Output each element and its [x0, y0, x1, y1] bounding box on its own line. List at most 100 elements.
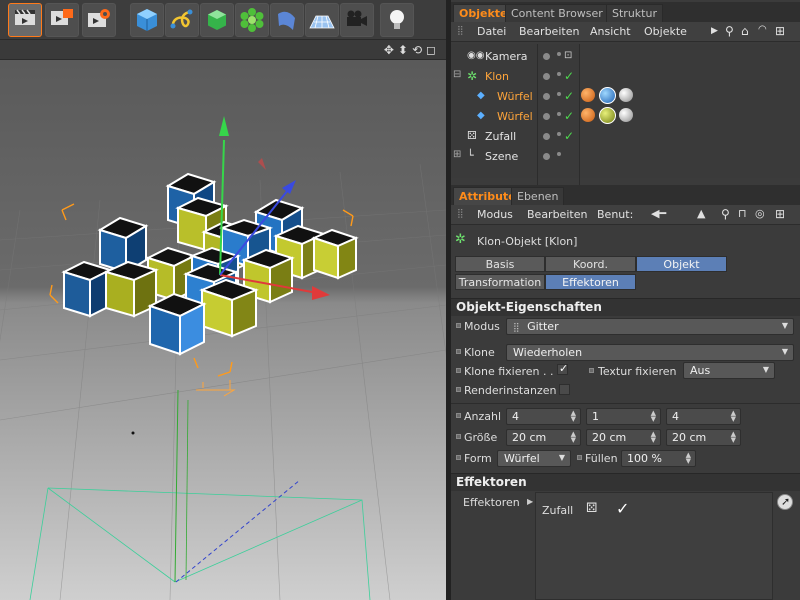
material-tag-blue-icon[interactable] [599, 87, 616, 104]
groesse-y-field[interactable]: 20 cm ▲ ▼ [586, 429, 661, 446]
menu-modus[interactable]: Modus [477, 208, 513, 221]
tab-basis[interactable]: Basis [455, 256, 545, 272]
spline-icon[interactable] [165, 3, 199, 37]
editor-visibility-dot[interactable] [543, 73, 550, 80]
object-row-kamera[interactable]: ◉◉ Kamera ⊡ [451, 47, 800, 67]
keyframe-indicator[interactable] [456, 413, 461, 418]
editor-visibility-dot[interactable] [543, 53, 550, 60]
generator-icon[interactable] [200, 3, 234, 37]
render-view-icon[interactable] [8, 3, 42, 37]
renderinstanzen-checkbox[interactable] [559, 384, 570, 395]
object-row-wuerfel-1[interactable]: ◆ Würfel ✓ [451, 87, 800, 107]
object-row-szene[interactable]: ⊞ └ Szene [451, 147, 800, 167]
3d-viewport[interactable] [0, 60, 446, 600]
texture-tag-icon[interactable] [619, 88, 633, 102]
textur-fixieren-dropdown[interactable]: Aus ▼ [683, 362, 775, 379]
spinner-icon[interactable]: ▲ ▼ [651, 431, 656, 444]
deformer-icon[interactable] [270, 3, 304, 37]
menu-bearbeiten[interactable]: Bearbeiten [519, 25, 579, 38]
cube-icon[interactable] [130, 3, 164, 37]
search-icon[interactable]: ⚲ [725, 24, 734, 38]
editor-visibility-dot[interactable] [543, 93, 550, 100]
klone-fixieren-checkbox[interactable]: ✓ [557, 362, 568, 375]
keyframe-indicator[interactable] [456, 387, 461, 392]
more-arrow-icon[interactable]: ▶ [711, 26, 718, 36]
editor-visibility-dot[interactable] [543, 113, 550, 120]
render-visibility-dot[interactable] [557, 152, 561, 156]
camera-icon[interactable] [340, 3, 374, 37]
enabled-check-icon[interactable]: ✓ [616, 499, 629, 518]
tab-objekt[interactable]: Objekt [636, 256, 727, 272]
menu-benutzer[interactable]: Benut: [597, 208, 633, 221]
effector-list[interactable]: Zufall ⚄ ✓ [535, 492, 773, 600]
up-arrow-icon[interactable]: ▲ [697, 207, 705, 220]
layer-icon[interactable]: ◠ [758, 24, 767, 35]
menu-datei[interactable]: Datei [477, 25, 506, 38]
render-visibility-dot[interactable] [557, 92, 561, 96]
spinner-icon[interactable]: ▲ ▼ [651, 410, 656, 423]
editor-visibility-dot[interactable] [543, 133, 550, 140]
link-icon[interactable]: ◎ [755, 207, 765, 220]
texture-tag-icon[interactable] [619, 108, 633, 122]
back-arrow-icon[interactable]: ◀━ [651, 207, 666, 220]
spinner-icon[interactable]: ▲ ▼ [731, 431, 736, 444]
viewport-navigation-icons[interactable]: ✥⬍⟲◻ [384, 43, 440, 57]
camera-tag-icon[interactable]: ⊡ [564, 50, 572, 61]
groesse-x-field[interactable]: 20 cm ▲ ▼ [506, 429, 581, 446]
fuellen-field[interactable]: 100 % ▲ ▼ [621, 450, 696, 467]
tab-struktur[interactable]: Struktur [606, 4, 663, 22]
anzahl-y-field[interactable]: 1 ▲ ▼ [586, 408, 661, 425]
modus-dropdown[interactable]: ⣿ Gitter ▼ [506, 318, 794, 335]
keyframe-indicator[interactable] [456, 368, 461, 373]
render-settings-icon[interactable] [82, 3, 116, 37]
keyframe-indicator[interactable] [456, 323, 461, 328]
keyframe-indicator[interactable] [456, 349, 461, 354]
render-visibility-dot[interactable] [557, 112, 561, 116]
pick-object-button[interactable]: ➚ [777, 494, 793, 510]
home-icon[interactable]: ⌂ [741, 24, 749, 38]
menu-bearbeiten[interactable]: Bearbeiten [527, 208, 587, 221]
keyframe-indicator[interactable] [456, 434, 461, 439]
render-to-picture-viewer-icon[interactable] [45, 3, 79, 37]
spinner-icon[interactable]: ▲ ▼ [686, 452, 691, 465]
keyframe-indicator[interactable] [589, 368, 594, 373]
tag-icon[interactable] [581, 108, 595, 122]
light-icon[interactable] [380, 3, 414, 37]
tab-content-browser[interactable]: Content Browser [505, 4, 609, 22]
effector-item[interactable]: Zufall ⚄ ✓ [536, 499, 772, 521]
floor-icon[interactable] [305, 3, 339, 37]
expand-icon[interactable]: ⊞ [453, 149, 461, 160]
spinner-icon[interactable]: ▲ ▼ [571, 410, 576, 423]
new-window-icon[interactable]: ⊞ [775, 24, 785, 38]
render-visibility-dot[interactable] [557, 72, 561, 76]
groesse-z-field[interactable]: 20 cm ▲ ▼ [666, 429, 741, 446]
enabled-check-icon[interactable]: ✓ [564, 109, 574, 123]
tab-koord[interactable]: Koord. [545, 256, 636, 272]
tab-ebenen[interactable]: Ebenen [511, 187, 565, 205]
keyframe-indicator[interactable] [456, 455, 461, 460]
object-row-zufall[interactable]: ⚄ Zufall ✓ [451, 127, 800, 147]
render-visibility-dot[interactable] [557, 52, 561, 56]
klone-dropdown[interactable]: Wiederholen ▼ [506, 344, 794, 361]
render-visibility-dot[interactable] [557, 132, 561, 136]
enabled-check-icon[interactable]: ✓ [564, 89, 574, 103]
keyframe-indicator[interactable] [577, 455, 582, 460]
anzahl-x-field[interactable]: 4 ▲ ▼ [506, 408, 581, 425]
menu-ansicht[interactable]: Ansicht [590, 25, 631, 38]
mograph-cloner-icon[interactable] [235, 3, 269, 37]
tag-icon[interactable] [581, 88, 595, 102]
expand-arrow-icon[interactable]: ▶ [527, 497, 533, 506]
material-tag-yellow-icon[interactable] [599, 107, 616, 124]
object-row-wuerfel-2[interactable]: ◆ Würfel ✓ [451, 107, 800, 127]
object-row-klon[interactable]: ⊟ ✲ Klon ✓ [451, 67, 800, 87]
anzahl-z-field[interactable]: 4 ▲ ▼ [666, 408, 741, 425]
new-window-icon[interactable]: ⊞ [775, 207, 785, 221]
tab-transformation[interactable]: Transformation [455, 274, 545, 290]
spinner-icon[interactable]: ▲ ▼ [731, 410, 736, 423]
spinner-icon[interactable]: ▲ ▼ [571, 431, 576, 444]
enabled-check-icon[interactable]: ✓ [564, 69, 574, 83]
enabled-check-icon[interactable]: ✓ [564, 129, 574, 143]
tab-effektoren[interactable]: Effektoren [545, 274, 636, 290]
menu-objekte[interactable]: Objekte [644, 25, 687, 38]
form-dropdown[interactable]: Würfel ▼ [497, 450, 571, 467]
